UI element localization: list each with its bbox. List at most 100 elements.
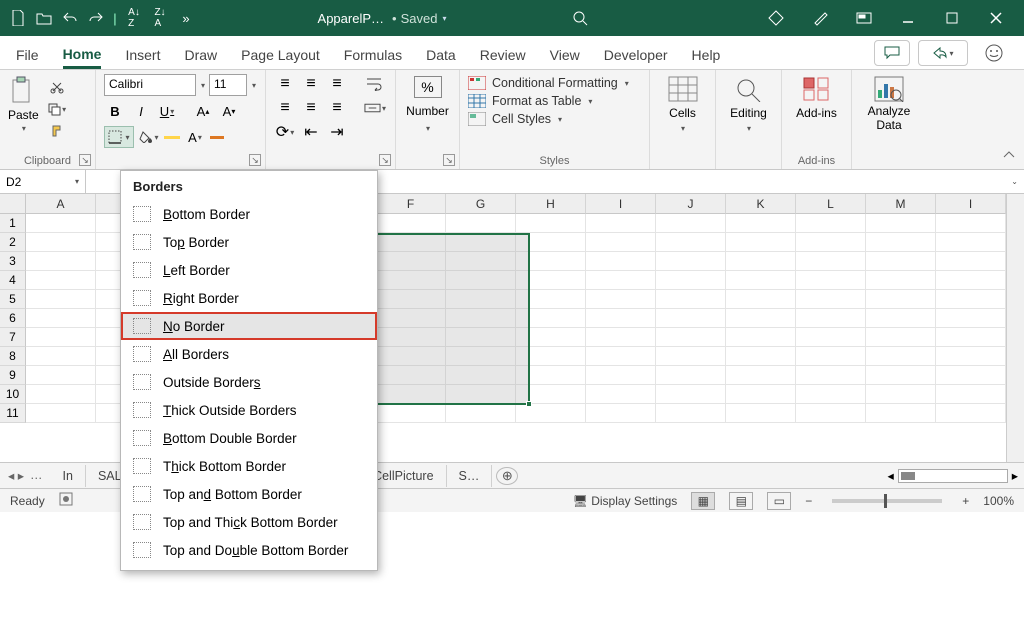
cell[interactable] — [726, 404, 796, 423]
cell[interactable] — [26, 347, 96, 366]
number-launcher[interactable]: ↘ — [443, 154, 455, 166]
cell[interactable] — [446, 309, 516, 328]
cell[interactable] — [726, 271, 796, 290]
share-button[interactable]: ▾ — [918, 40, 968, 66]
cell[interactable] — [866, 404, 936, 423]
tab-page-layout[interactable]: Page Layout — [241, 41, 320, 69]
qat-more-icon[interactable]: » — [174, 6, 198, 30]
cell[interactable] — [866, 366, 936, 385]
select-all-corner[interactable] — [0, 194, 26, 214]
merge-center-icon[interactable]: ▾ — [364, 98, 386, 118]
tab-review[interactable]: Review — [480, 41, 526, 69]
cell[interactable] — [936, 233, 1006, 252]
align-top-icon[interactable]: ≡ — [274, 74, 296, 94]
new-file-icon[interactable] — [6, 6, 30, 30]
borders-menu-item[interactable]: Right Border — [121, 284, 377, 312]
cell[interactable] — [26, 214, 96, 233]
cell[interactable] — [376, 385, 446, 404]
cell[interactable] — [866, 290, 936, 309]
increase-indent-icon[interactable]: ⇥ — [326, 122, 348, 142]
row-header[interactable]: 7 — [0, 328, 26, 347]
cell[interactable] — [656, 271, 726, 290]
cell[interactable] — [796, 233, 866, 252]
col-header[interactable]: I — [936, 194, 1006, 214]
cell[interactable] — [516, 309, 586, 328]
cell[interactable] — [516, 366, 586, 385]
zoom-out-button[interactable]: − — [805, 494, 812, 508]
cell[interactable] — [586, 271, 656, 290]
conditional-formatting-button[interactable]: Conditional Formatting▾ — [468, 76, 641, 90]
cell[interactable] — [446, 347, 516, 366]
borders-button[interactable]: ▾ — [104, 126, 134, 148]
maximize-button[interactable] — [930, 0, 974, 36]
cell[interactable] — [726, 214, 796, 233]
cell[interactable] — [446, 404, 516, 423]
cell[interactable] — [796, 404, 866, 423]
cell[interactable] — [376, 214, 446, 233]
col-header[interactable]: F — [376, 194, 446, 214]
analyze-button[interactable]: AnalyzeData — [868, 104, 911, 132]
cell[interactable] — [656, 233, 726, 252]
cell[interactable] — [446, 252, 516, 271]
align-bottom-icon[interactable]: ≡ — [326, 74, 348, 94]
cell[interactable] — [376, 290, 446, 309]
cell[interactable] — [656, 366, 726, 385]
cell[interactable] — [656, 252, 726, 271]
col-header[interactable]: I — [586, 194, 656, 214]
cell[interactable] — [656, 404, 726, 423]
row-header[interactable]: 9 — [0, 366, 26, 385]
borders-menu-item[interactable]: All Borders — [121, 340, 377, 368]
row-header[interactable]: 2 — [0, 233, 26, 252]
redo-icon[interactable] — [84, 6, 108, 30]
percent-icon[interactable]: % — [414, 76, 442, 98]
cell[interactable] — [936, 366, 1006, 385]
cell[interactable] — [376, 347, 446, 366]
sheet-tab[interactable]: S… — [447, 465, 493, 487]
cell[interactable] — [656, 347, 726, 366]
ribbon-display-icon[interactable] — [842, 0, 886, 36]
tab-file[interactable]: File — [16, 41, 39, 69]
borders-menu-item[interactable]: Left Border — [121, 256, 377, 284]
cell-styles-button[interactable]: Cell Styles▾ — [468, 112, 641, 126]
cell[interactable] — [516, 385, 586, 404]
row-header[interactable]: 6 — [0, 309, 26, 328]
cell[interactable] — [586, 347, 656, 366]
borders-menu-item[interactable]: Outside Borders — [121, 368, 377, 396]
cell[interactable] — [936, 328, 1006, 347]
col-header[interactable]: J — [656, 194, 726, 214]
cell[interactable] — [26, 328, 96, 347]
macro-record-icon[interactable] — [59, 492, 73, 509]
cell[interactable] — [866, 233, 936, 252]
tab-data[interactable]: Data — [426, 41, 456, 69]
cell[interactable] — [656, 309, 726, 328]
search-icon[interactable] — [566, 4, 594, 32]
editing-button[interactable]: Editing — [730, 106, 767, 120]
cell[interactable] — [516, 290, 586, 309]
cell[interactable] — [446, 328, 516, 347]
cell[interactable] — [726, 252, 796, 271]
cell[interactable] — [26, 404, 96, 423]
cell[interactable] — [726, 233, 796, 252]
cell[interactable] — [796, 214, 866, 233]
face-icon[interactable] — [976, 40, 1012, 66]
align-center-icon[interactable]: ≡ — [300, 98, 322, 118]
cell[interactable] — [866, 309, 936, 328]
format-as-table-button[interactable]: Format as Table▾ — [468, 94, 641, 108]
paste-button[interactable]: Paste ▾ — [8, 76, 39, 140]
view-normal-icon[interactable]: ▦ — [691, 492, 715, 510]
cell[interactable] — [516, 347, 586, 366]
col-header[interactable]: G — [446, 194, 516, 214]
cell[interactable] — [376, 366, 446, 385]
tab-help[interactable]: Help — [692, 41, 721, 69]
clipboard-launcher[interactable]: ↘ — [79, 154, 91, 166]
borders-menu-item[interactable]: Top and Double Bottom Border — [121, 536, 377, 564]
cell[interactable] — [796, 271, 866, 290]
cell[interactable] — [726, 347, 796, 366]
open-file-icon[interactable] — [32, 6, 56, 30]
vertical-scrollbar[interactable] — [1006, 194, 1024, 462]
cell[interactable] — [26, 290, 96, 309]
cell[interactable] — [26, 252, 96, 271]
borders-menu-item[interactable]: Top and Bottom Border — [121, 480, 377, 508]
cell[interactable] — [376, 328, 446, 347]
cell[interactable] — [586, 214, 656, 233]
